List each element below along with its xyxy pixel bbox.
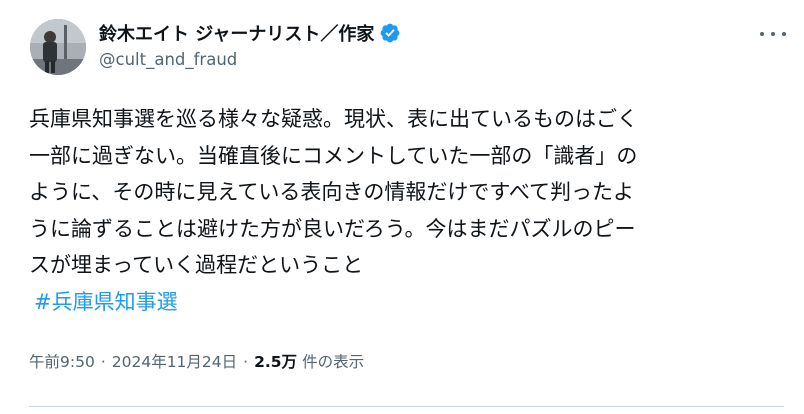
tweet-text-line: うに論ずることは避けた方が良いだろう。今はまだパズルのピー	[29, 216, 636, 241]
tweet-text-line: 兵庫県知事選を巡る様々な疑惑。現状、表に出ているものはごく	[29, 107, 638, 131]
author-header: 鈴木エイト ジャーナリスト／作家 @cult_and_fraud	[99, 20, 401, 69]
author-handle[interactable]: @cult_and_fraud	[99, 50, 401, 69]
tweet-text-line: ように、その時に見えている表向きの情報だけですべて判ったよ	[29, 180, 635, 204]
hashtag-link[interactable]: #兵庫県知事選	[34, 284, 178, 320]
tweet-text-line: スが埋まっていく過程だということ	[29, 253, 364, 277]
views-label: 件の表示	[302, 353, 365, 371]
avatar[interactable]	[30, 19, 86, 75]
verified-badge-icon	[379, 22, 401, 44]
divider	[29, 406, 784, 407]
tweet: 鈴木エイト ジャーナリスト／作家 @cult_and_fraud 兵庫県知事選を…	[0, 0, 804, 414]
author-display-name[interactable]: 鈴木エイト ジャーナリスト／作家	[99, 20, 374, 46]
more-horizontal-icon[interactable]	[760, 26, 786, 42]
meta-separator: ·	[100, 353, 106, 371]
meta-separator: ·	[243, 353, 249, 371]
tweet-text-line: 一部に過ぎない。当確直後にコメントしていた一部の「識者」の	[29, 143, 638, 168]
tweet-text: 兵庫県知事選を巡る様々な疑惑。現状、表に出ているものはごく 一部に過ぎない。当確…	[29, 101, 784, 284]
tweet-metadata: 午前9:50 · 2024年11月24日 · 2.5万 件の表示	[29, 350, 364, 372]
tweet-time[interactable]: 午前9:50	[29, 350, 95, 372]
views-count: 2.5万	[254, 353, 298, 371]
tweet-date[interactable]: 2024年11月24日	[112, 350, 237, 372]
